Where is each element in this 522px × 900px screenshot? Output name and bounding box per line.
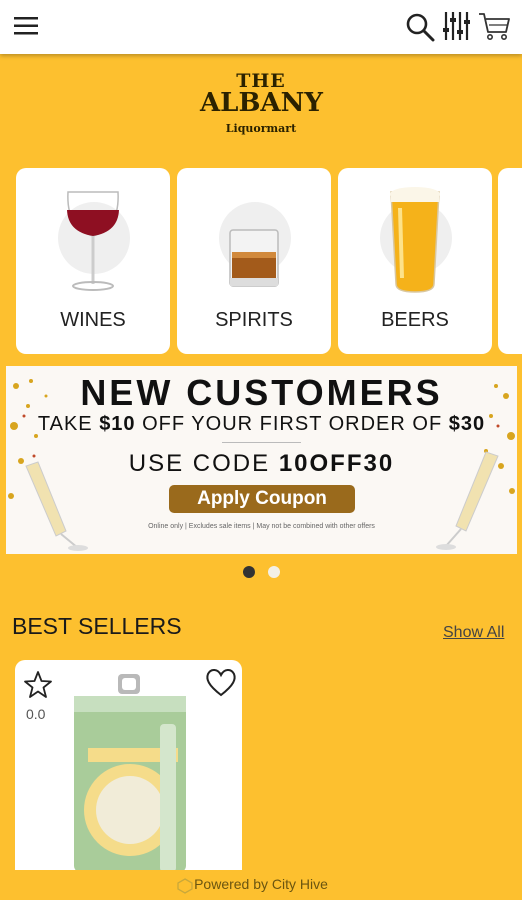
logo-text-liquormart: Liquormart (225, 122, 297, 135)
product-card[interactable]: 0.0 (15, 660, 242, 870)
star-rating-icon[interactable] (23, 670, 53, 700)
show-all-link[interactable]: Show All (443, 624, 504, 642)
banner-code-text: USE CODE 10OFF30 (128, 450, 395, 477)
heart-favorite-icon[interactable] (204, 666, 238, 698)
category-label: SPIRITS (215, 309, 293, 331)
filter-sliders-icon[interactable] (441, 10, 471, 42)
top-app-bar (0, 0, 522, 54)
wine-glass-icon (16, 178, 170, 308)
whiskey-glass-icon (177, 178, 331, 308)
category-card-beers[interactable]: BEERS (338, 168, 492, 354)
banner-divider (222, 442, 301, 443)
category-card-spirits[interactable]: SPIRITS (177, 168, 331, 354)
category-label: WINES (60, 309, 126, 331)
search-icon[interactable] (404, 12, 436, 42)
hamburger-menu-icon[interactable] (12, 14, 40, 38)
category-card-wines[interactable]: WINES (16, 168, 170, 354)
powered-by-text: Powered by City Hive (194, 876, 328, 892)
category-card-partial[interactable] (498, 168, 522, 354)
carousel-dot[interactable] (268, 566, 280, 578)
footer: Powered by City Hive (0, 870, 522, 900)
beer-glass-icon (338, 178, 492, 308)
store-logo: THE ALBANY Liquormart (200, 70, 323, 140)
promo-banner[interactable]: NEW CUSTOMERS TAKE $10 OFF YOUR FIRST OR… (6, 366, 517, 554)
apply-coupon-button[interactable]: Apply Coupon (169, 485, 355, 513)
logo-text-albany: ALBANY (200, 88, 323, 118)
banner-fine-print: Online only | Excludes sale items | May … (148, 523, 375, 530)
banner-title: NEW CUSTOMERS (80, 372, 443, 413)
category-label: BEERS (381, 309, 449, 331)
product-rating: 0.0 (26, 706, 46, 722)
carousel-dot-active[interactable] (243, 566, 255, 578)
cart-icon[interactable] (478, 10, 512, 42)
beer-can-icon (70, 672, 190, 870)
banner-offer-text: TAKE $10 OFF YOUR FIRST ORDER OF $30 (37, 413, 486, 435)
section-title-best-sellers: BEST SELLERS (12, 613, 182, 639)
